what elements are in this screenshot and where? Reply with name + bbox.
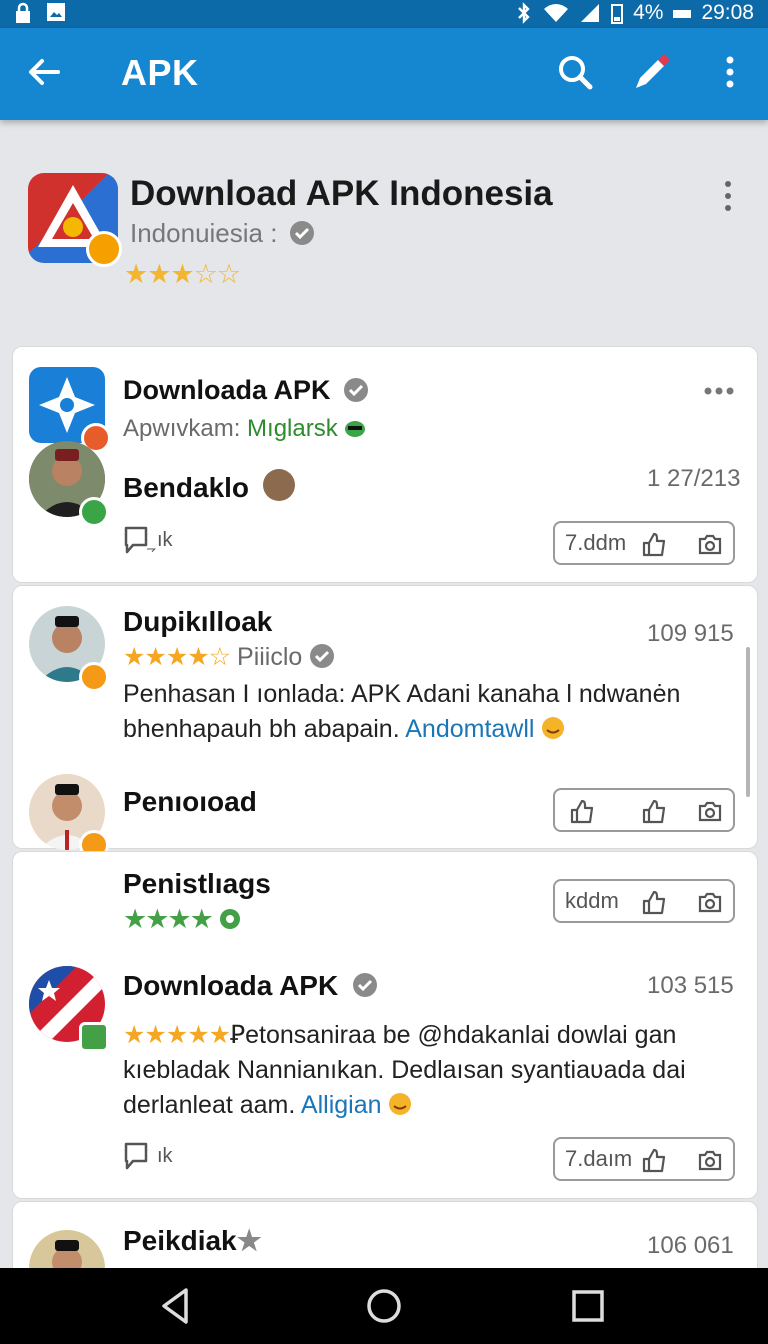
emoji-icon: [389, 1093, 412, 1115]
thumbs-up-icon[interactable]: [641, 1147, 667, 1173]
review-rating: ★★★★: [123, 904, 241, 935]
review-card: Dupikılloak 109 915 ★★★★☆ Piiiclo Penhas…: [12, 585, 758, 860]
emoji-icon: [542, 717, 565, 739]
reaction-pill[interactable]: 7.ddm: [553, 521, 735, 565]
verified-icon: [344, 378, 368, 402]
review-timestamp: 103 515: [647, 972, 734, 999]
header-more-icon[interactable]: [720, 178, 736, 214]
item-title: Downloada APK: [123, 375, 331, 405]
comment-count-text: ⃭ık: [157, 528, 173, 551]
app-subtitle-text: Indonuiesia :: [130, 218, 278, 248]
thumbs-up-icon[interactable]: [641, 798, 667, 824]
nav-back-icon[interactable]: [154, 1284, 198, 1328]
reviewer-name: Downloada APK: [123, 970, 378, 1002]
comment-icon: [124, 526, 148, 554]
camera-icon[interactable]: [697, 1147, 723, 1173]
review-meta-text: Piiiclo: [237, 643, 303, 671]
battery-icon: [611, 4, 624, 24]
reaction-text: 7.daım: [565, 1146, 633, 1171]
reaction-pill[interactable]: [553, 788, 735, 832]
review-stars: ★★★★☆: [123, 643, 231, 671]
reviewer-name: Penistlıags: [123, 868, 271, 899]
thumbs-up-icon[interactable]: [641, 889, 667, 915]
reviewer-name-text: Peikdiak: [123, 1225, 237, 1256]
status-bar: 4% 29:08: [0, 0, 768, 28]
review-link[interactable]: Andomtawll: [405, 715, 534, 743]
review-card: Downloada APK Apwıvkam: Mıglarsk Bendakl…: [12, 346, 758, 583]
back-arrow-icon[interactable]: [24, 52, 64, 92]
camera-icon[interactable]: [697, 798, 723, 824]
verified-icon: [352, 973, 377, 997]
dash-icon: [673, 10, 692, 18]
reviewer-name-text: Downloada APK: [123, 970, 339, 1001]
reviewer-name: Peikdiak★: [123, 1225, 262, 1256]
search-icon[interactable]: [555, 52, 595, 92]
review-text-line: bhenhapauh bh abapain. Andomtawll: [123, 712, 565, 747]
thumbs-up-icon[interactable]: [569, 798, 595, 824]
review-timestamp: 106 061: [647, 1232, 734, 1259]
review-timestamp: 1 27/213: [647, 465, 741, 492]
status-badge: [79, 662, 109, 692]
review-link[interactable]: Alligian: [301, 1091, 382, 1119]
review-meta: ★★★★☆ Piiiclo: [123, 642, 335, 672]
review-text-line: derlanleat aam. Alligian: [123, 1088, 412, 1123]
verified-icon: [310, 644, 335, 668]
more-vert-icon[interactable]: [710, 52, 750, 92]
review-text-part: bhenhapauh bh abapain.: [123, 715, 400, 743]
emoji-icon: [345, 421, 366, 437]
app-badge: [79, 1022, 109, 1052]
item-meta-label: Apwıvkam:: [123, 415, 241, 442]
comment-count-text: ık: [157, 1144, 173, 1167]
app-header: Download APK Indonesia Indonuiesia : ★★★…: [0, 140, 768, 330]
nav-home-icon[interactable]: [362, 1284, 406, 1328]
clock: 29:08: [701, 1, 754, 24]
review-stars: ★★★★: [123, 904, 214, 934]
reviewer-name: Bendaklo: [123, 469, 295, 504]
nav-recents-icon[interactable]: [566, 1284, 610, 1328]
review-text-line: ★★★★★Ꝑetonsaniraa be @hdakanlai dowlai g…: [123, 1018, 676, 1053]
scrollbar[interactable]: [746, 647, 750, 797]
review-stars: ★★★★★: [123, 1021, 231, 1049]
logo-badge: [86, 231, 122, 267]
more-horiz-icon[interactable]: [703, 385, 735, 397]
camera-icon[interactable]: [697, 531, 723, 557]
app-subtitle: Indonuiesia :: [130, 218, 315, 249]
pen-icon[interactable]: [632, 52, 672, 92]
review-card: Penistlıags ★★★★ kddm Downloada APK 103 …: [12, 851, 758, 1199]
reviewer-name-text: Bendaklo: [123, 472, 250, 503]
battery-percent: 4%: [633, 1, 664, 24]
comment-count[interactable]: ık: [123, 1141, 173, 1171]
item-meta: Apwıvkam: Mıglarsk: [123, 415, 366, 443]
comment-icon: [124, 1142, 148, 1170]
item-meta-value: Mıglarsk: [247, 415, 338, 442]
reaction-pill[interactable]: 7.daım: [553, 1137, 735, 1181]
review-text-part: derlanleat aam.: [123, 1091, 296, 1119]
verified-icon: [289, 221, 314, 245]
signal-icon: [581, 4, 600, 22]
system-nav-bar: [0, 1268, 768, 1344]
camera-icon[interactable]: [697, 889, 723, 915]
bluetooth-icon: [518, 2, 530, 24]
image-icon: [47, 3, 65, 21]
app-title: Download APK Indonesia: [130, 174, 553, 213]
thumbs-up-icon[interactable]: [641, 531, 667, 557]
app-bar: APK: [0, 28, 768, 120]
wifi-icon: [544, 4, 569, 22]
verified-icon: [220, 909, 241, 929]
review-timestamp: 109 915: [647, 620, 734, 647]
comment-count[interactable]: ⃭ık: [123, 525, 173, 555]
reaction-text: 7.ddm: [565, 530, 627, 555]
reaction-text: kddm: [565, 888, 619, 913]
reaction-pill[interactable]: kddm: [553, 879, 735, 923]
review-text-part: Ꝑetonsaniraa be @hdakanlai dowlai gan: [230, 1021, 677, 1049]
app-rating-stars: ★★★☆☆: [124, 259, 241, 289]
review-text-line: Penhasan I ıonlada: APK Adani kanaha l n…: [123, 680, 681, 708]
verified-badge: [79, 497, 109, 527]
small-avatar: [262, 469, 295, 501]
reviewer-name: Dupikılloak: [123, 606, 273, 637]
review-text-line: kıebladak Nannianıkan. Dedlaısan syantia…: [123, 1056, 686, 1084]
reviewer-name: Penıoıoad: [123, 786, 257, 817]
app-bar-title: APK: [121, 52, 199, 93]
lock-icon: [16, 2, 30, 23]
